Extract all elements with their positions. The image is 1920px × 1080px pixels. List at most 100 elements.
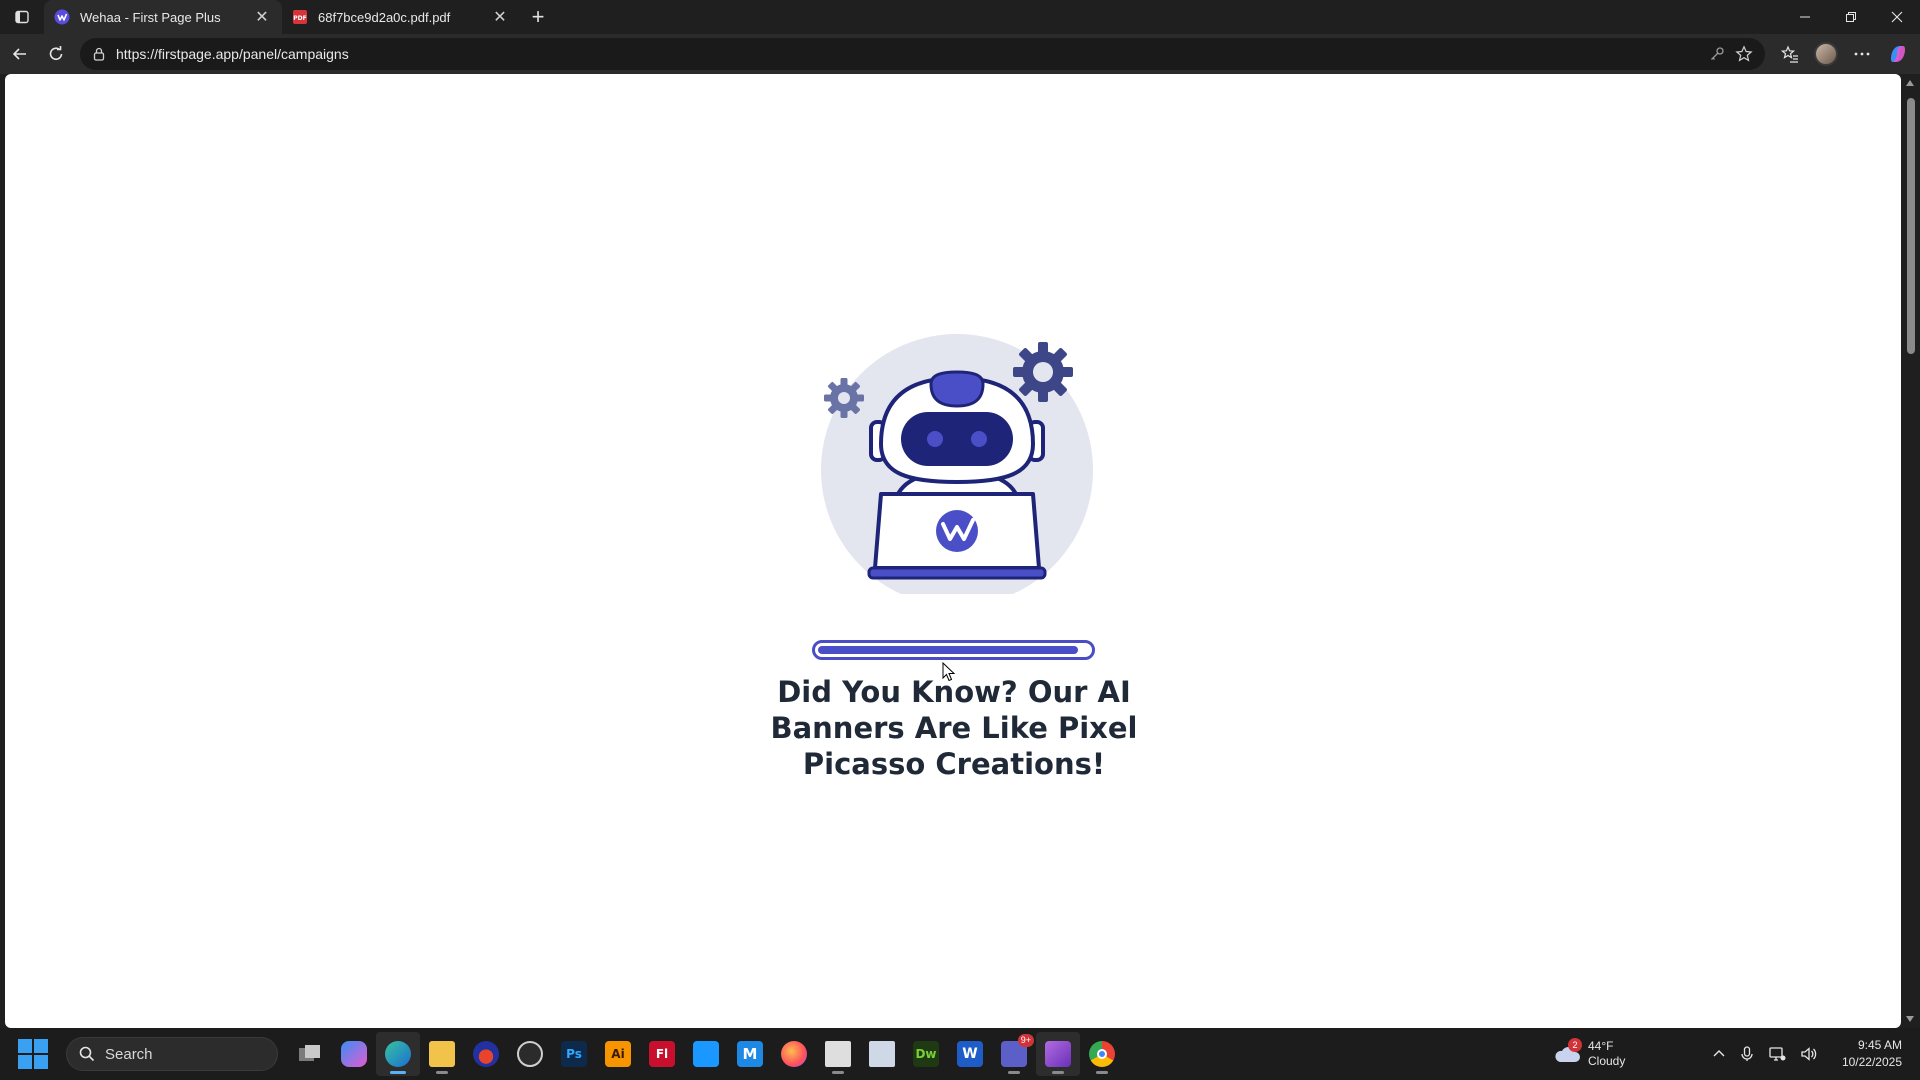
key-icon[interactable] (1709, 46, 1725, 62)
app-orb-icon (473, 1041, 499, 1067)
edge-icon (385, 1041, 411, 1067)
search-label: Search (105, 1045, 153, 1063)
site-info-lock-icon[interactable] (92, 47, 106, 61)
windows-logo-icon (18, 1039, 32, 1053)
taskbar-weather[interactable]: 2 44°F Cloudy (1552, 1028, 1625, 1080)
svg-text:PDF: PDF (293, 15, 306, 22)
scroll-up-icon[interactable] (1906, 80, 1914, 86)
taskbar-search[interactable]: Search (66, 1037, 278, 1071)
scrollbar-thumb[interactable] (1907, 98, 1915, 354)
taskbar-edge[interactable] (376, 1032, 420, 1076)
prime-video-icon (693, 1041, 719, 1067)
start-button[interactable] (18, 1039, 48, 1069)
show-hidden-icons-chevron-icon[interactable] (1712, 1047, 1726, 1061)
app-window-icon (825, 1041, 851, 1067)
system-tray (1712, 1028, 1818, 1080)
tab-pdf[interactable]: PDF 68f7bce9d2a0c.pdf.pdf ✕ (282, 0, 520, 34)
taskbar-file-explorer[interactable] (420, 1032, 464, 1076)
illustrator-icon: Ai (605, 1041, 631, 1067)
robot-helmet-top (929, 370, 985, 408)
favorites-button[interactable] (1772, 38, 1808, 70)
large-gear-icon (1013, 342, 1073, 402)
weather-condition: Cloudy (1588, 1054, 1626, 1068)
taskbar-flash[interactable]: Fl (640, 1032, 684, 1076)
taskbar-obs[interactable] (508, 1032, 552, 1076)
restore-button[interactable] (1828, 0, 1874, 34)
loading-progress-fill (818, 646, 1079, 654)
taskbar-task-view[interactable] (288, 1032, 332, 1076)
loading-progress-bar (812, 640, 1095, 660)
windows-taskbar: Search Ps Ai Fl M Dw W 9+ 2 44°F Cloudy (0, 1028, 1920, 1080)
refresh-icon (49, 46, 63, 60)
taskbar-chrome[interactable] (1080, 1032, 1124, 1076)
taskbar-app-14[interactable] (860, 1032, 904, 1076)
tab-actions-button[interactable] (0, 0, 44, 34)
url-text[interactable]: https://firstpage.app/panel/campaigns (116, 46, 349, 62)
back-button[interactable] (2, 38, 38, 70)
taskbar-clock[interactable]: 9:45 AM 10/22/2025 (1842, 1028, 1902, 1080)
flash-icon: Fl (649, 1041, 675, 1067)
taskbar-app-13[interactable] (816, 1032, 860, 1076)
chrome-icon (1089, 1041, 1115, 1067)
page-scrollbar[interactable] (1901, 74, 1920, 1028)
refresh-button[interactable] (38, 38, 74, 70)
plus-icon: + (531, 4, 545, 29)
visual-studio-icon (1045, 1041, 1071, 1067)
robot-right-eye (971, 431, 987, 447)
minimize-button[interactable] (1782, 0, 1828, 34)
browser-titlebar: Wehaa - First Page Plus ✕ PDF 68f7bce9d2… (0, 0, 1920, 34)
network-icon[interactable] (1768, 1046, 1786, 1062)
taskbar-copilot[interactable] (332, 1032, 376, 1076)
dreamweaver-icon: Dw (913, 1041, 939, 1067)
scroll-down-icon[interactable] (1906, 1016, 1914, 1022)
toolbar-right (1772, 34, 1920, 74)
tab-wehaa[interactable]: Wehaa - First Page Plus ✕ (44, 0, 282, 34)
tab-close-icon[interactable]: ✕ (252, 7, 272, 27)
minimize-icon (1800, 16, 1810, 18)
volume-icon[interactable] (1800, 1046, 1818, 1062)
robot-visor (901, 412, 1013, 466)
task-view-icon (297, 1041, 323, 1067)
taskbar-dreamweaver[interactable]: Dw (904, 1032, 948, 1076)
obs-icon (517, 1041, 543, 1067)
small-gear-icon (824, 378, 864, 418)
teams-notification-badge: 9+ (1017, 1034, 1034, 1047)
browser-toolbar: https://firstpage.app/panel/campaigns (0, 34, 1920, 74)
photoshop-icon: Ps (561, 1041, 587, 1067)
restore-icon (1846, 12, 1856, 22)
taskbar-word[interactable]: W (948, 1032, 992, 1076)
address-bar[interactable]: https://firstpage.app/panel/campaigns (80, 38, 1765, 70)
wehaa-laptop-logo-icon (936, 510, 978, 552)
taskbar-prime-video[interactable] (684, 1032, 728, 1076)
favorite-star-icon[interactable] (1735, 45, 1753, 63)
clock-date: 10/22/2025 (1841, 1055, 1902, 1069)
mouse-cursor-icon (942, 662, 956, 682)
copilot-icon (341, 1041, 367, 1067)
did-you-know-headline: Did You Know? Our AI Banners Are Like Pi… (770, 675, 1138, 781)
taskbar-illustrator[interactable]: Ai (596, 1032, 640, 1076)
wehaa-logo-icon (54, 9, 70, 25)
taskbar-apps: Ps Ai Fl M Dw W 9+ (288, 1032, 1124, 1076)
taskbar-app-5[interactable] (464, 1032, 508, 1076)
close-window-button[interactable] (1874, 0, 1920, 34)
tab-title: 68f7bce9d2a0c.pdf.pdf (318, 9, 451, 25)
m-app-icon: M (737, 1041, 763, 1067)
pdf-icon: PDF (293, 10, 307, 24)
avatar (1814, 42, 1838, 66)
copilot-sidebar-button[interactable] (1880, 38, 1916, 70)
taskbar-photoshop[interactable]: Ps (552, 1032, 596, 1076)
tab-close-icon[interactable]: ✕ (490, 7, 510, 27)
taskbar-firefox[interactable] (772, 1032, 816, 1076)
taskbar-visual-studio[interactable] (1036, 1032, 1080, 1076)
close-icon (1891, 11, 1903, 23)
taskbar-app-m[interactable]: M (728, 1032, 772, 1076)
firefox-icon (781, 1041, 807, 1067)
microphone-icon[interactable] (1740, 1046, 1754, 1062)
favorites-list-icon (1781, 45, 1798, 63)
taskbar-teams[interactable]: 9+ (992, 1032, 1036, 1076)
word-icon: W (957, 1041, 983, 1067)
profile-button[interactable] (1808, 38, 1844, 70)
settings-more-button[interactable] (1844, 38, 1880, 70)
search-icon (79, 1046, 95, 1062)
new-tab-button[interactable]: + (520, 0, 556, 34)
